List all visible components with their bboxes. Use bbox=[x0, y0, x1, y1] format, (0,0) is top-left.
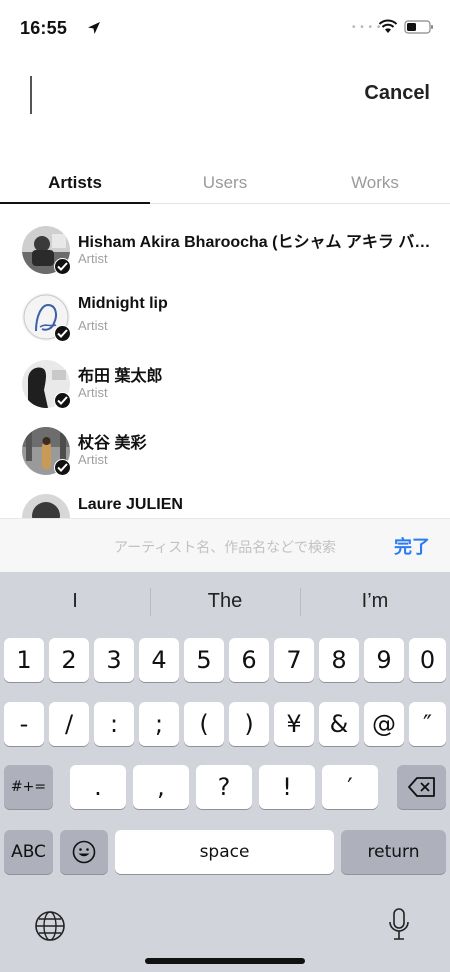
key[interactable]: @ bbox=[364, 702, 404, 746]
result-subtitle: Artist bbox=[78, 251, 108, 266]
cancel-button[interactable]: Cancel bbox=[364, 82, 430, 105]
prediction-item[interactable]: The bbox=[150, 586, 300, 616]
key[interactable]: 3 bbox=[94, 638, 134, 682]
wifi-icon bbox=[378, 19, 398, 33]
key[interactable]: ? bbox=[196, 765, 252, 809]
keyboard-accessory-bar: アーティスト名、作品名などで検索 完了 bbox=[0, 518, 450, 572]
key[interactable]: 9 bbox=[364, 638, 404, 682]
key[interactable]: . bbox=[70, 765, 126, 809]
verified-check-icon bbox=[54, 258, 71, 275]
key[interactable]: 5 bbox=[184, 638, 224, 682]
key[interactable]: ( bbox=[184, 702, 224, 746]
key[interactable]: 2 bbox=[49, 638, 89, 682]
key[interactable]: ¥ bbox=[274, 702, 314, 746]
return-key[interactable]: return bbox=[341, 830, 446, 874]
key[interactable]: / bbox=[49, 702, 89, 746]
tab-artists[interactable]: Artists bbox=[0, 162, 150, 204]
space-key[interactable]: space bbox=[115, 830, 334, 874]
prediction-bar: I The I’m bbox=[0, 586, 450, 616]
battery-icon bbox=[404, 20, 433, 34]
key[interactable]: : bbox=[94, 702, 134, 746]
signal-icon: • • • • bbox=[352, 22, 382, 33]
search-placeholder-hint: アーティスト名、作品名などで検索 bbox=[113, 539, 337, 555]
artist-results-list: Hisham Akira Bharoocha (ヒシャム アキラ バル… Art… bbox=[0, 218, 450, 553]
key[interactable]: - bbox=[4, 702, 44, 746]
key[interactable]: 8 bbox=[319, 638, 359, 682]
verified-check-icon bbox=[54, 459, 71, 476]
status-time: 16:55 bbox=[20, 18, 68, 38]
key[interactable]: 0 bbox=[409, 638, 446, 682]
result-name: Laure JULIEN bbox=[78, 496, 183, 513]
backspace-icon bbox=[407, 777, 435, 797]
verified-check-icon bbox=[54, 325, 71, 342]
list-item[interactable]: Hisham Akira Bharoocha (ヒシャム アキラ バル… Art… bbox=[0, 218, 450, 285]
done-button[interactable]: 完了 bbox=[394, 533, 430, 559]
key[interactable]: ′ bbox=[322, 765, 378, 809]
delete-key[interactable] bbox=[397, 765, 446, 809]
list-item[interactable]: 杖谷 美彩 Artist bbox=[0, 419, 450, 486]
verified-check-icon bbox=[54, 392, 71, 409]
globe-icon[interactable] bbox=[34, 910, 66, 942]
result-name: 布田 葉太郎 bbox=[78, 368, 163, 385]
key[interactable]: 7 bbox=[274, 638, 314, 682]
keyboard: I The I’m 1 2 3 4 5 6 7 8 9 0 - / : ; ( … bbox=[0, 572, 450, 972]
abc-key[interactable]: ABC bbox=[4, 830, 53, 874]
status-bar: 16:55 • • • • bbox=[0, 0, 450, 56]
tab-users[interactable]: Users bbox=[150, 162, 300, 203]
result-subtitle: Artist bbox=[78, 385, 108, 400]
home-indicator bbox=[145, 958, 305, 964]
microphone-icon[interactable] bbox=[388, 908, 410, 942]
prediction-item[interactable]: I’m bbox=[300, 586, 450, 616]
tab-works[interactable]: Works bbox=[300, 162, 450, 203]
result-subtitle: Artist bbox=[78, 452, 108, 467]
key[interactable]: & bbox=[319, 702, 359, 746]
key[interactable]: 4 bbox=[139, 638, 179, 682]
key[interactable]: ; bbox=[139, 702, 179, 746]
result-name: Midnight lip bbox=[78, 295, 168, 312]
result-subtitle: Artist bbox=[78, 318, 108, 333]
key[interactable]: ″ bbox=[409, 702, 446, 746]
key[interactable]: , bbox=[133, 765, 189, 809]
list-item[interactable]: Midnight lip Artist bbox=[0, 285, 450, 352]
key[interactable]: ) bbox=[229, 702, 269, 746]
location-arrow-icon bbox=[88, 22, 100, 34]
result-name: Hisham Akira Bharoocha (ヒシャム アキラ バル… bbox=[78, 234, 438, 251]
result-name: 杖谷 美彩 bbox=[78, 435, 147, 452]
tab-bar: Artists Users Works bbox=[0, 162, 450, 204]
search-input[interactable] bbox=[30, 76, 32, 114]
symbols-key[interactable]: #+= bbox=[4, 765, 53, 809]
search-row: Cancel bbox=[0, 60, 450, 132]
emoji-icon bbox=[72, 840, 96, 864]
key[interactable]: 6 bbox=[229, 638, 269, 682]
key[interactable]: ! bbox=[259, 765, 315, 809]
prediction-item[interactable]: I bbox=[0, 586, 150, 616]
list-item[interactable]: 布田 葉太郎 Artist bbox=[0, 352, 450, 419]
emoji-key[interactable] bbox=[60, 830, 108, 874]
key[interactable]: 1 bbox=[4, 638, 44, 682]
